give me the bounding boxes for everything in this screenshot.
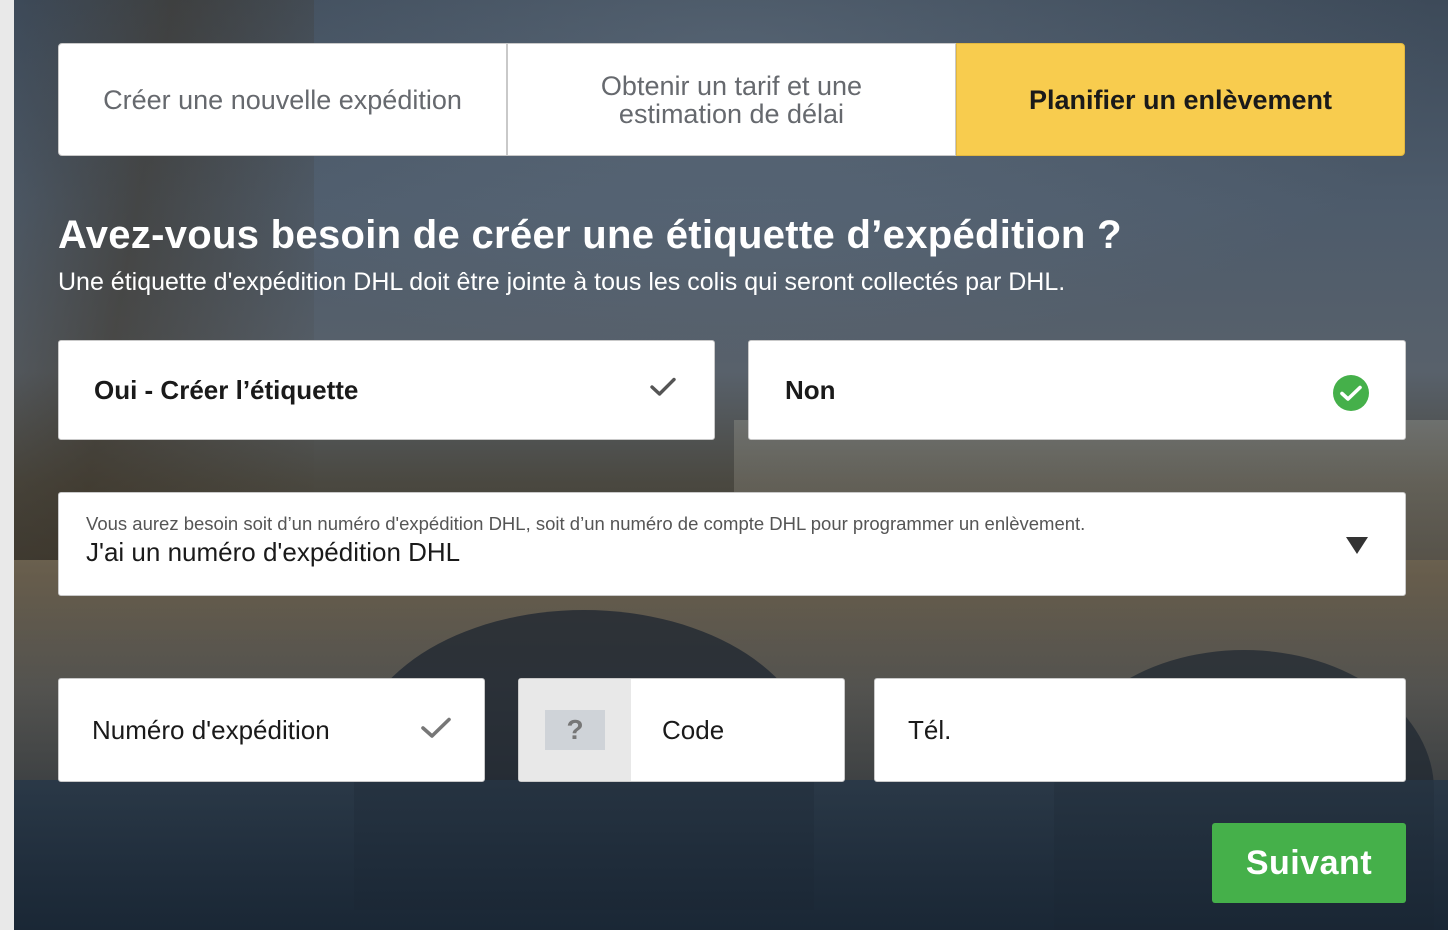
code-help-box[interactable]: ? bbox=[519, 679, 631, 781]
page-title: Avez-vous besoin de créer une étiquette … bbox=[58, 213, 1122, 257]
shipment-number-placeholder: Numéro d'expédition bbox=[92, 714, 330, 745]
tab-bar: Créer une nouvelle expédition Obtenir un… bbox=[58, 43, 1405, 156]
check-icon bbox=[421, 717, 451, 744]
select-hint: Vous aurez besoin soit d’un numéro d'exp… bbox=[86, 513, 1086, 534]
question-icon: ? bbox=[545, 710, 605, 750]
shipment-number-input[interactable]: Numéro d'expédition bbox=[58, 678, 485, 782]
option-yes-label: Oui - Créer l’étiquette bbox=[94, 374, 359, 405]
pickup-identifier-select[interactable]: Vous aurez besoin soit d’un numéro d'exp… bbox=[58, 492, 1406, 596]
caret-down-icon bbox=[1346, 537, 1368, 554]
code-placeholder: Code bbox=[662, 714, 725, 745]
select-value: J'ai un numéro d'expédition DHL bbox=[86, 537, 461, 567]
phone-input[interactable]: Tél. bbox=[874, 678, 1406, 782]
check-icon bbox=[650, 377, 676, 402]
check-circle-icon bbox=[1333, 375, 1369, 411]
option-yes-create-label[interactable]: Oui - Créer l’étiquette bbox=[58, 340, 715, 440]
code-input[interactable]: ? Code bbox=[518, 678, 845, 782]
next-button[interactable]: Suivant bbox=[1212, 823, 1406, 903]
phone-placeholder: Tél. bbox=[908, 714, 952, 745]
page-subtitle: Une étiquette d'expédition DHL doit être… bbox=[58, 268, 1066, 296]
option-no[interactable]: Non bbox=[748, 340, 1406, 440]
tab-get-quote[interactable]: Obtenir un tarif et une estimation de dé… bbox=[507, 43, 956, 156]
tab-schedule-pickup[interactable]: Planifier un enlèvement bbox=[956, 43, 1405, 156]
tab-create-shipment[interactable]: Créer une nouvelle expédition bbox=[58, 43, 507, 156]
option-no-label: Non bbox=[785, 374, 836, 405]
